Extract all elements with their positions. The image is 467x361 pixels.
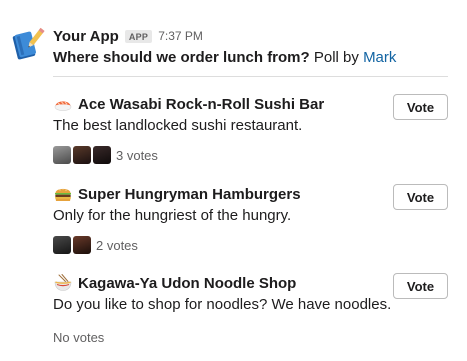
app-badge: APP [124, 29, 153, 43]
sushi-icon [54, 101, 72, 111]
avatar[interactable] [93, 146, 111, 164]
avatar[interactable] [53, 146, 71, 164]
app-name[interactable]: Your App [53, 28, 119, 45]
poll-option: Ace Wasabi Rock-n-Roll Sushi Bar The bes… [53, 94, 448, 170]
voters-row: 3 votes [53, 146, 158, 164]
option-title: Super Hungryman Hamburgers [78, 185, 301, 203]
avatar[interactable] [73, 236, 91, 254]
poll-question: Where should we order lunch from? Poll b… [53, 49, 396, 67]
vote-count: 3 votes [116, 147, 158, 163]
hamburger-icon [55, 188, 71, 201]
poll-option: Super Hungryman Hamburgers Only for the … [53, 184, 448, 260]
vote-button[interactable]: Vote [393, 94, 448, 120]
vote-button[interactable]: Vote [393, 273, 448, 299]
poll-option: Kagawa-Ya Udon Noodle Shop Do you like t… [53, 273, 448, 349]
notebook-icon[interactable] [10, 25, 46, 61]
option-title: Ace Wasabi Rock-n-Roll Sushi Bar [78, 95, 325, 113]
ramen-icon [54, 274, 72, 291]
option-title-row: Super Hungryman Hamburgers [53, 184, 301, 204]
option-description: The best landlocked sushi restaurant. [53, 117, 303, 134]
voters-row: 2 votes [53, 236, 138, 254]
question-text: Where should we order lunch from? [53, 49, 310, 66]
timestamp[interactable]: 7:37 PM [158, 29, 203, 43]
poll-message: Your App APP 7:37 PM Where should we ord… [0, 0, 467, 361]
option-title-row: Ace Wasabi Rock-n-Roll Sushi Bar [53, 94, 324, 114]
message-header: Your App APP 7:37 PM [53, 27, 203, 45]
vote-count: No votes [53, 330, 105, 345]
vote-button[interactable]: Vote [393, 184, 448, 210]
vote-count: 2 votes [96, 237, 138, 253]
option-description: Only for the hungriest of the hungry. [53, 207, 292, 224]
poll-by-label: Poll by [313, 49, 359, 66]
divider [53, 76, 448, 77]
option-title: Kagawa-Ya Udon Noodle Shop [78, 274, 297, 292]
option-title-row: Kagawa-Ya Udon Noodle Shop [53, 273, 296, 293]
avatar[interactable] [73, 146, 91, 164]
author-link[interactable]: Mark [363, 49, 396, 66]
option-description: Do you like to shop for noodles? We have… [53, 296, 392, 313]
avatar[interactable] [53, 236, 71, 254]
